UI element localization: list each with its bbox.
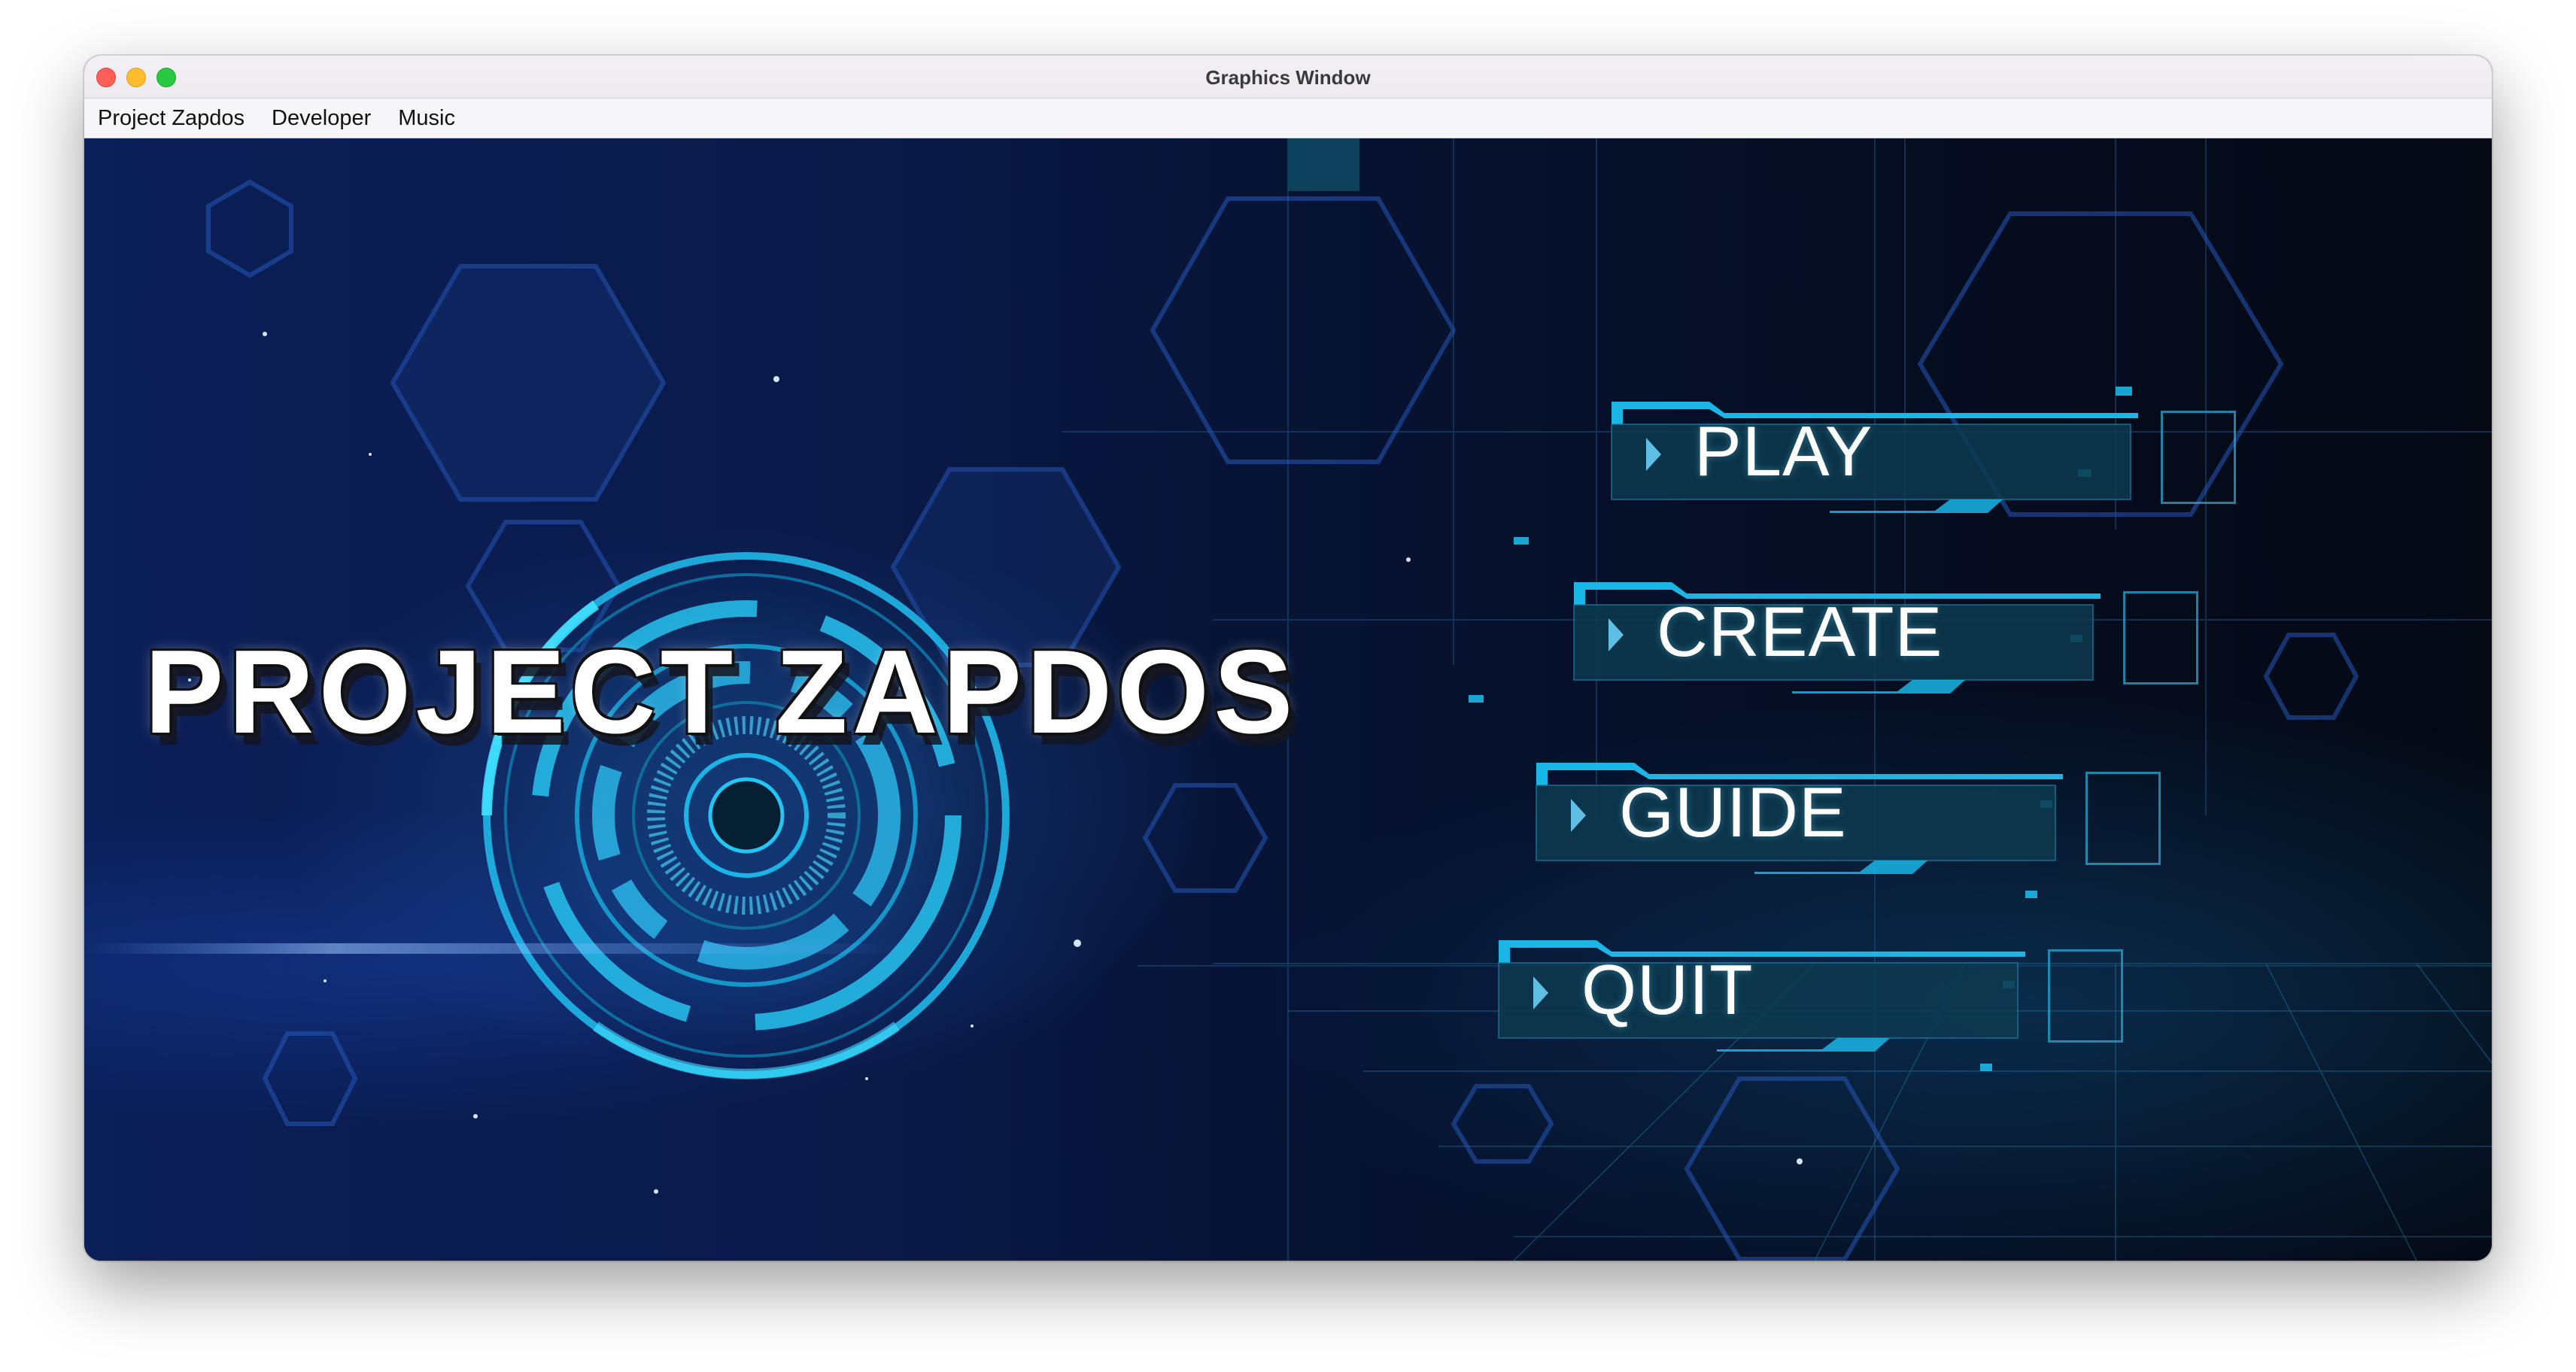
quit-button[interactable]: QUIT	[1469, 918, 2123, 1068]
quit-arrow-icon	[1533, 976, 1548, 1009]
title-bar[interactable]: Graphics Window	[84, 56, 2492, 99]
menu-developer[interactable]: Developer	[258, 99, 384, 138]
graphics-window: Graphics Window Project Zapdos Developer…	[84, 56, 2492, 1261]
quit-button-frame	[1498, 940, 2025, 1052]
play-button-frame	[1611, 402, 2138, 513]
create-arrow-icon	[1608, 618, 1624, 651]
game-canvas: PROJECT ZAPDOS PLAY CREATE GUIDE QUIT	[84, 138, 2492, 1261]
menu-bar: Project Zapdos Developer Music	[84, 99, 2492, 138]
play-arrow-icon	[1646, 438, 1661, 471]
window-title: Graphics Window	[1205, 66, 1371, 89]
game-logo-title: PROJECT ZAPDOS	[144, 626, 1298, 758]
guide-arrow-icon	[1571, 799, 1586, 832]
quit-side-box	[2048, 949, 2123, 1043]
menu-project-zapdos[interactable]: Project Zapdos	[84, 99, 258, 138]
play-side-box	[2161, 411, 2236, 504]
create-button[interactable]: CREATE	[1544, 560, 2198, 710]
guide-button[interactable]: GUIDE	[1506, 740, 2161, 891]
menu-music[interactable]: Music	[384, 99, 469, 138]
play-button[interactable]: PLAY	[1581, 379, 2236, 530]
play-button-label: PLAY	[1694, 411, 1873, 490]
guide-button-label: GUIDE	[1619, 773, 1847, 851]
create-side-box	[2123, 591, 2198, 684]
create-button-label: CREATE	[1657, 592, 1943, 671]
guide-side-box	[2085, 772, 2161, 865]
quit-button-label: QUIT	[1581, 950, 1754, 1029]
